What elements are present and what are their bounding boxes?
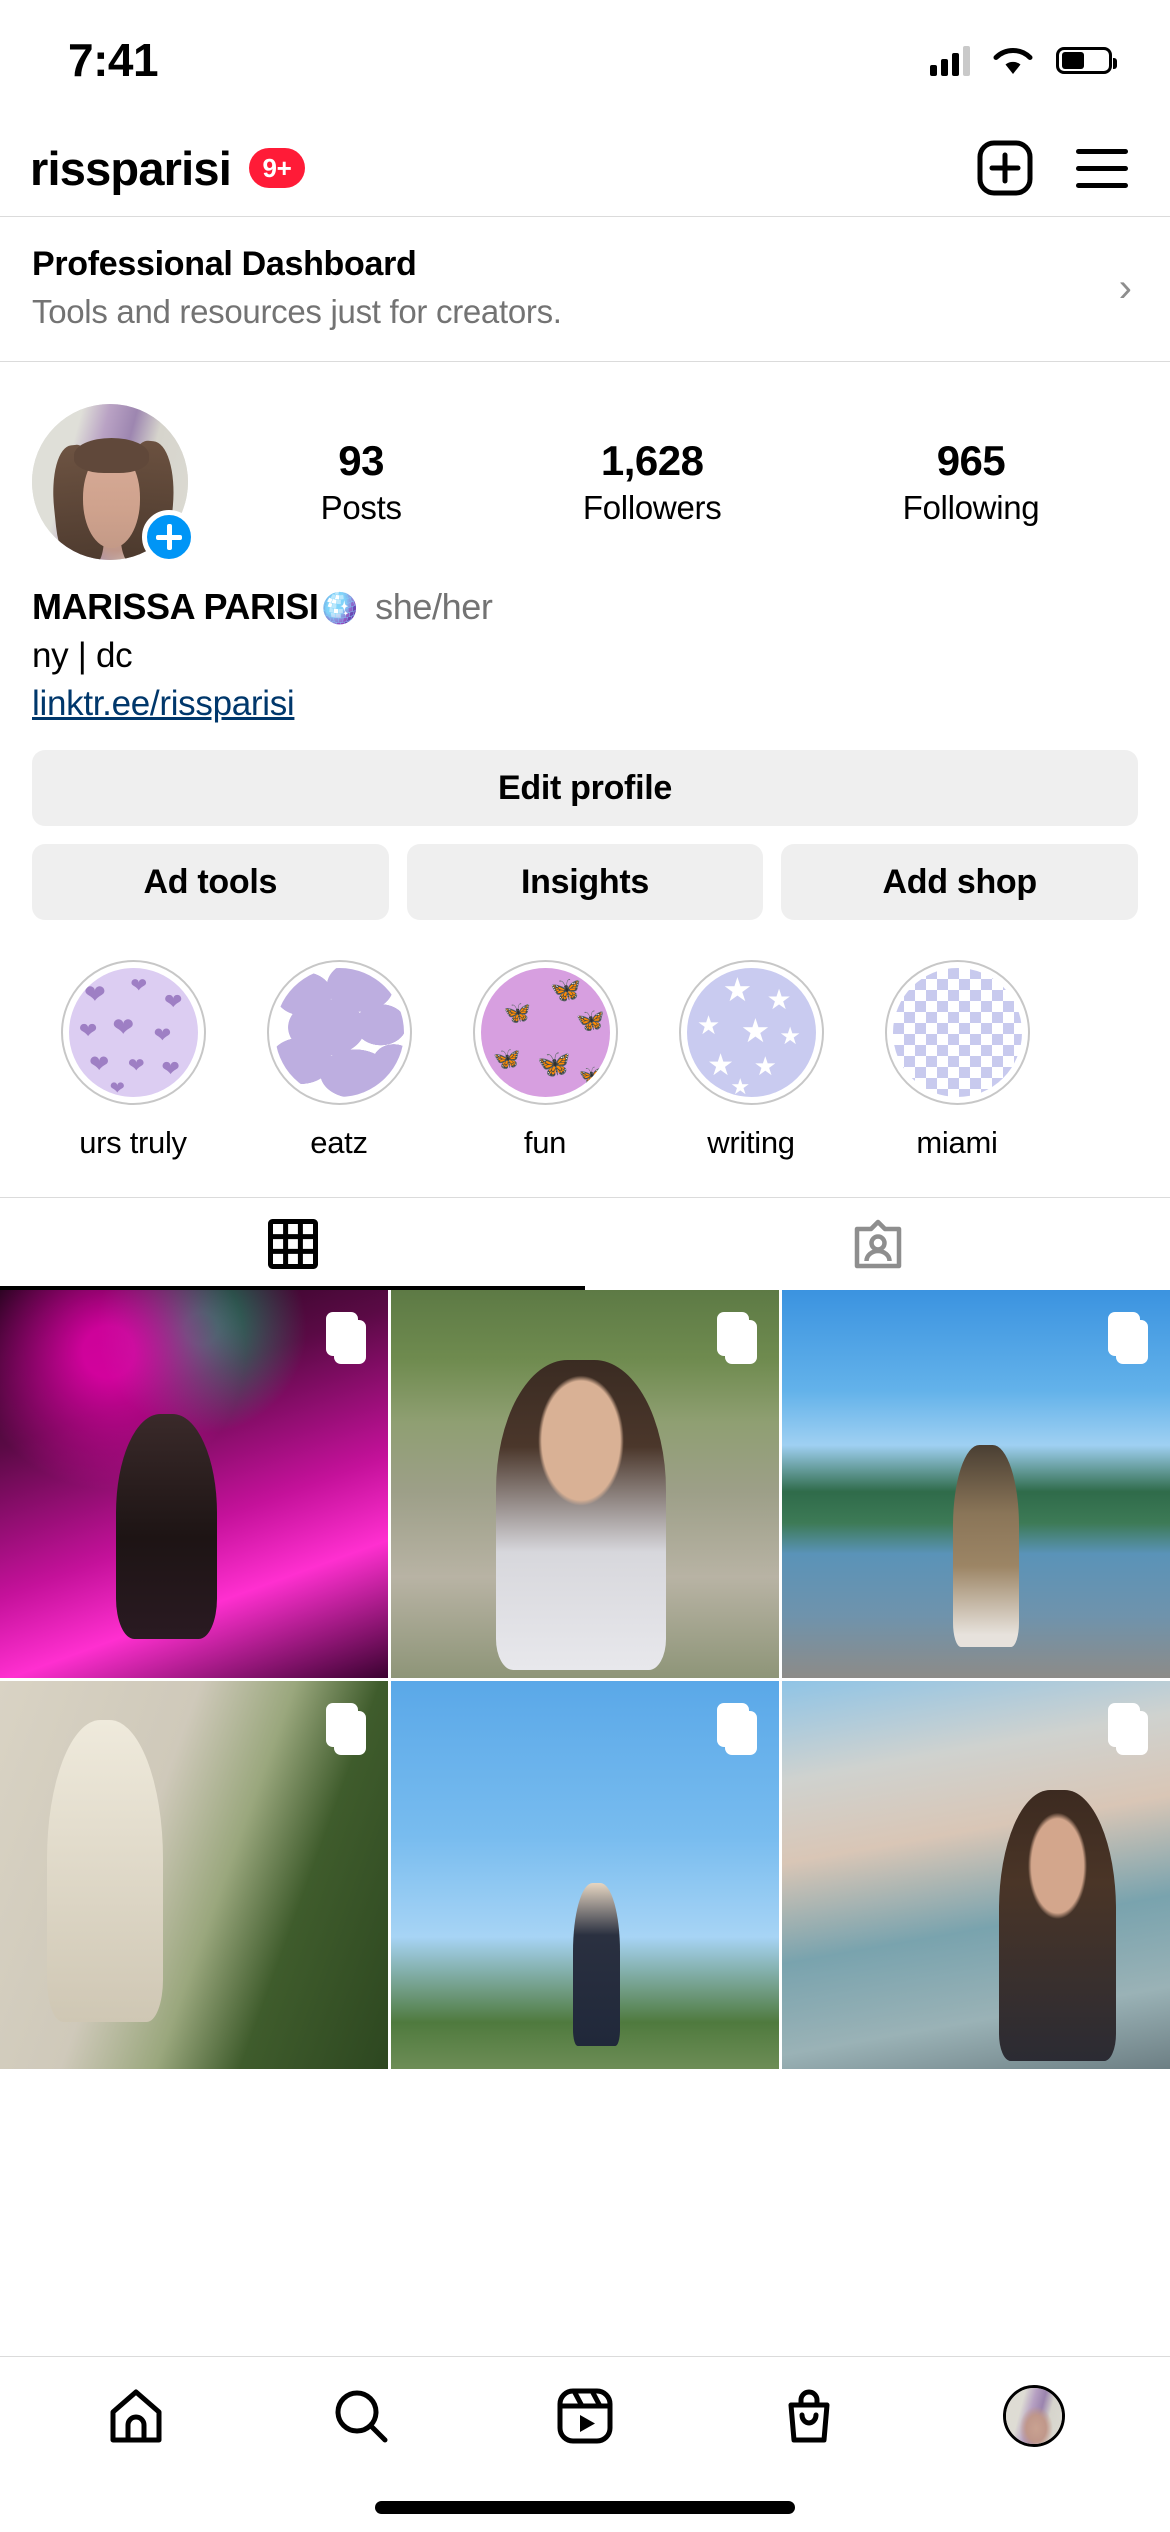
home-icon xyxy=(110,2389,162,2442)
highlight-item[interactable]: ❤ ❤ ❤ ❤ ❤ ❤ ❤ ❤ ❤ ❤ urs truly xyxy=(30,960,236,1161)
highlight-cover-butterfly-icon: 🦋 🦋 🦋 🦋 🦋 🦋 xyxy=(480,968,610,1097)
grid-icon xyxy=(267,1219,318,1269)
ad-tools-button[interactable]: Ad tools xyxy=(32,844,389,920)
highlight-label: fun xyxy=(523,1125,567,1160)
display-name-row: MARISSA PARISI 🪩 she/her xyxy=(32,586,1138,628)
highlight-ring: ★ ★ ★ ★ ★ ★ ★ ★ xyxy=(678,960,824,1105)
grid-post[interactable] xyxy=(0,1681,388,2069)
tab-tagged[interactable] xyxy=(585,1198,1170,1290)
stat-label: Posts xyxy=(320,489,402,527)
tab-grid[interactable] xyxy=(0,1198,585,1290)
bottom-navigation xyxy=(0,2356,1170,2474)
highlight-label: eatz xyxy=(310,1125,368,1160)
carousel-icon xyxy=(717,1703,757,1755)
stat-following[interactable]: 965 Following xyxy=(903,437,1040,527)
profile-actions: Edit profile Ad tools Insights Add shop xyxy=(0,724,1170,920)
stat-posts[interactable]: 93 Posts xyxy=(321,437,402,527)
bio-section: MARISSA PARISI 🪩 she/her ny | dc linktr.e… xyxy=(0,560,1170,724)
stat-label: Following xyxy=(902,489,1040,527)
search-icon xyxy=(335,2390,388,2442)
status-time: 7:41 xyxy=(68,34,159,86)
profile-tabs xyxy=(0,1197,1170,1290)
chevron-right-icon: › xyxy=(1118,266,1132,310)
highlight-ring xyxy=(266,960,412,1105)
nav-reels[interactable] xyxy=(530,2366,640,2466)
nav-search[interactable] xyxy=(306,2366,416,2466)
plus-square-icon xyxy=(977,140,1033,196)
nav-shop[interactable] xyxy=(754,2366,864,2466)
carousel-icon xyxy=(1108,1312,1148,1364)
stat-value: 93 xyxy=(338,436,384,484)
shop-bag-icon xyxy=(788,2389,830,2442)
app-header: rissparisi 9+ xyxy=(0,120,1170,216)
battery-icon xyxy=(1056,46,1117,74)
edit-profile-button[interactable]: Edit profile xyxy=(32,750,1138,826)
grid-post[interactable] xyxy=(391,1681,779,2069)
stat-label: Followers xyxy=(582,489,722,527)
grid-post[interactable] xyxy=(782,1681,1170,2069)
post-grid xyxy=(0,1290,1170,2069)
highlight-cover-stars-icon: ★ ★ ★ ★ ★ ★ ★ ★ xyxy=(686,968,816,1097)
nav-profile[interactable] xyxy=(979,2366,1089,2466)
avatar-container[interactable] xyxy=(32,404,196,564)
highlight-cover-checker-icon xyxy=(892,968,1022,1097)
stat-value: 1,628 xyxy=(600,436,704,484)
carousel-icon xyxy=(326,1703,366,1755)
page-title: rissparisi xyxy=(30,141,232,195)
insights-button[interactable]: Insights xyxy=(406,844,764,920)
profile-stats: 93 Posts 1,628 Followers 965 Following xyxy=(188,437,1134,527)
display-name: MARISSA PARISI xyxy=(32,586,319,627)
reels-icon xyxy=(557,2388,613,2443)
notification-badge[interactable]: 9+ xyxy=(249,148,306,188)
status-bar: 7:41 xyxy=(0,0,1170,120)
status-indicators xyxy=(930,44,1117,76)
add-story-button[interactable] xyxy=(142,510,196,564)
stat-value: 965 xyxy=(936,436,1006,484)
professional-dashboard-row[interactable]: Professional Dashboard Tools and resourc… xyxy=(0,217,1170,361)
home-indicator xyxy=(375,2501,795,2514)
disco-ball-icon: 🪩 xyxy=(318,588,360,626)
grid-post[interactable] xyxy=(391,1290,779,1678)
highlight-ring xyxy=(884,960,1030,1105)
avatar-detail xyxy=(74,438,149,473)
header-username-area[interactable]: rissparisi 9+ xyxy=(30,141,306,196)
professional-dashboard-text: Professional Dashboard Tools and resourc… xyxy=(32,245,562,331)
header-actions xyxy=(976,139,1128,197)
pronouns: she/her xyxy=(375,586,493,627)
wifi-icon xyxy=(993,47,1033,74)
hamburger-menu-icon xyxy=(1076,148,1128,188)
bio-link[interactable]: linktr.ee/rissparisi xyxy=(32,684,1138,724)
professional-dashboard-title: Professional Dashboard xyxy=(32,245,417,283)
highlight-ring: ❤ ❤ ❤ ❤ ❤ ❤ ❤ ❤ ❤ ❤ xyxy=(60,960,206,1105)
highlight-cover-hearts-icon: ❤ ❤ ❤ ❤ ❤ ❤ ❤ ❤ ❤ ❤ xyxy=(68,968,198,1097)
add-shop-button[interactable]: Add shop xyxy=(781,844,1139,920)
profile-avatar-icon xyxy=(1002,2384,1065,2447)
create-post-button[interactable] xyxy=(976,139,1034,197)
bio-text: ny | dc xyxy=(32,636,133,675)
highlight-item[interactable]: 🦋 🦋 🦋 🦋 🦋 🦋 fun xyxy=(442,960,648,1161)
highlight-item[interactable]: ★ ★ ★ ★ ★ ★ ★ ★ writing xyxy=(648,960,854,1161)
professional-dashboard-subtitle: Tools and resources just for creators. xyxy=(32,293,562,330)
highlight-item[interactable]: eatz xyxy=(236,960,442,1161)
carousel-icon xyxy=(717,1312,757,1364)
highlight-label: urs truly xyxy=(79,1125,187,1160)
tagged-person-icon xyxy=(854,1219,901,1269)
stat-followers[interactable]: 1,628 Followers xyxy=(583,437,722,527)
highlight-label: writing xyxy=(707,1125,795,1160)
secondary-action-row: Ad tools Insights Add shop xyxy=(32,844,1139,920)
cellular-signal-icon xyxy=(930,44,970,76)
highlight-cover-cow-icon xyxy=(274,968,404,1097)
grid-post[interactable] xyxy=(782,1290,1170,1678)
highlight-item[interactable]: miami xyxy=(854,960,1060,1161)
grid-post[interactable] xyxy=(0,1290,388,1678)
profile-header: 93 Posts 1,628 Followers 965 Following xyxy=(0,362,1170,564)
menu-button[interactable] xyxy=(1076,148,1128,188)
story-highlights[interactable]: ❤ ❤ ❤ ❤ ❤ ❤ ❤ ❤ ❤ ❤ urs truly eatz 🦋 🦋 🦋… xyxy=(0,920,1170,1161)
highlight-ring: 🦋 🦋 🦋 🦋 🦋 🦋 xyxy=(472,960,618,1105)
carousel-icon xyxy=(1108,1703,1148,1755)
nav-home[interactable] xyxy=(81,2366,191,2466)
carousel-icon xyxy=(326,1312,366,1364)
highlight-label: miami xyxy=(916,1125,998,1160)
